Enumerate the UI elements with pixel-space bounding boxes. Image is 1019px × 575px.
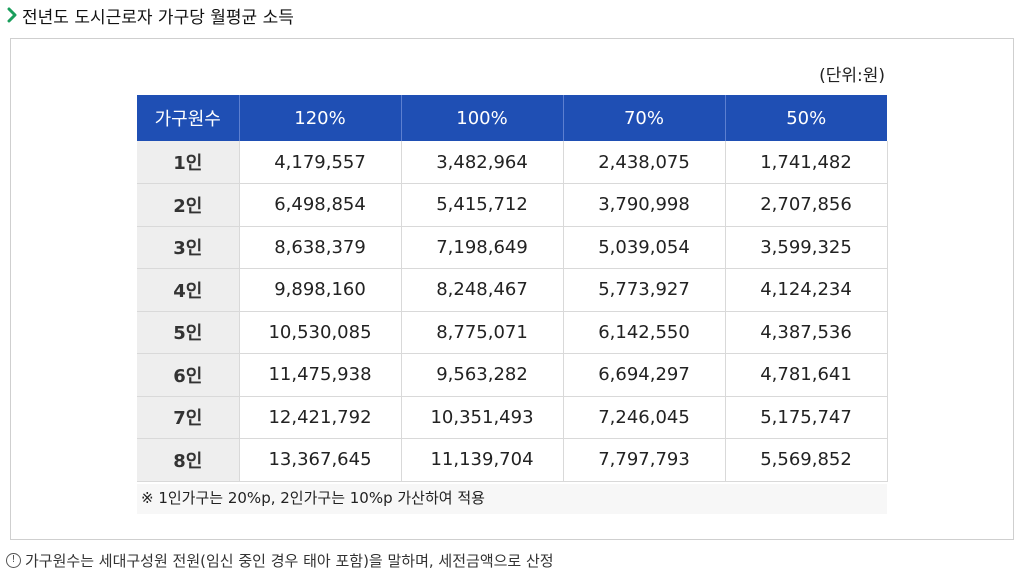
table-row: 6인 11,475,938 9,563,282 6,694,297 4,781,641 [137, 353, 888, 397]
income-cell: 11,139,704 [401, 438, 564, 482]
table-row: 1인 4,179,557 3,482,964 2,438,075 1,741,482 [137, 141, 888, 184]
page-title: 전년도 도시근로자 가구당 월평균 소득 [22, 7, 294, 28]
household-size-cell: 3인 [137, 226, 240, 269]
income-cell: 8,248,467 [401, 268, 564, 312]
household-size-cell: 5인 [137, 311, 240, 354]
income-cell: 5,175,747 [725, 396, 888, 439]
chevron-right-icon [7, 7, 17, 23]
household-size-cell: 2인 [137, 183, 240, 227]
table-header-row: 가구원수 120% 100% 70% 50% [137, 95, 887, 141]
income-cell: 8,638,379 [239, 226, 402, 269]
income-cell: 5,773,927 [563, 268, 726, 312]
table-row: 5인 10,530,085 8,775,071 6,142,550 4,387,536 [137, 311, 888, 354]
income-cell: 5,039,054 [563, 226, 726, 269]
income-cell: 7,797,793 [563, 438, 726, 482]
table-row: 8인 13,367,645 11,139,704 7,797,793 5,569,852 [137, 438, 888, 482]
income-cell: 7,246,045 [563, 396, 726, 439]
income-cell: 5,415,712 [401, 183, 564, 227]
income-cell: 10,530,085 [239, 311, 402, 354]
income-cell: 3,790,998 [563, 183, 726, 227]
income-cell: 12,421,792 [239, 396, 402, 439]
footer-note: ! 가구원수는 세대구성원 전원(임신 중인 경우 태아 포함)을 말하며, 세… [6, 549, 554, 571]
table-row: 4인 9,898,160 8,248,467 5,773,927 4,124,234 [137, 268, 888, 312]
table-row: 2인 6,498,854 5,415,712 3,790,998 2,707,856 [137, 183, 888, 227]
income-cell: 4,387,536 [725, 311, 888, 354]
household-size-cell: 8인 [137, 438, 240, 482]
content-frame: (단위:원) 가구원수 120% 100% 70% 50% 1인 4,179,557 3,4… [10, 38, 1014, 540]
household-size-cell: 7인 [137, 396, 240, 439]
income-cell: 6,498,854 [239, 183, 402, 227]
income-cell: 2,707,856 [725, 183, 888, 227]
income-cell: 10,351,493 [401, 396, 564, 439]
table-row: 7인 12,421,792 10,351,493 7,246,045 5,175,747 [137, 396, 888, 439]
income-cell: 4,124,234 [725, 268, 888, 312]
household-size-cell: 1인 [137, 141, 240, 184]
income-cell: 9,898,160 [239, 268, 402, 312]
column-header: 50% [725, 95, 887, 141]
income-cell: 1,741,482 [725, 141, 888, 184]
income-cell: 3,482,964 [401, 141, 564, 184]
income-cell: 6,142,550 [563, 311, 726, 354]
income-cell: 4,179,557 [239, 141, 402, 184]
income-cell: 3,599,325 [725, 226, 888, 269]
footer-text: 가구원수는 세대구성원 전원(임신 중인 경우 태아 포함)을 말하며, 세전금… [25, 551, 554, 570]
income-cell: 9,563,282 [401, 353, 564, 397]
income-cell: 7,198,649 [401, 226, 564, 269]
unit-label: (단위:원) [819, 66, 885, 86]
income-table: 가구원수 120% 100% 70% 50% 1인 4,179,557 3,482,964 2… [137, 95, 888, 482]
household-size-cell: 6인 [137, 353, 240, 397]
income-cell: 13,367,645 [239, 438, 402, 482]
income-cell: 6,694,297 [563, 353, 726, 397]
income-cell: 11,475,938 [239, 353, 402, 397]
table-note: ※ 1인가구는 20%p, 2인가구는 10%p 가산하여 적용 [137, 483, 887, 514]
section-title: 전년도 도시근로자 가구당 월평균 소득 [6, 3, 294, 28]
income-cell: 8,775,071 [401, 311, 564, 354]
column-header: 120% [239, 95, 402, 141]
column-header: 100% [401, 95, 564, 141]
table-row: 3인 8,638,379 7,198,649 5,039,054 3,599,325 [137, 226, 888, 269]
household-size-cell: 4인 [137, 268, 240, 312]
column-header: 가구원수 [137, 95, 240, 141]
income-cell: 5,569,852 [725, 438, 888, 482]
income-cell: 2,438,075 [563, 141, 726, 184]
info-icon: ! [6, 552, 21, 568]
column-header: 70% [563, 95, 726, 141]
income-cell: 4,781,641 [725, 353, 888, 397]
income-table-container: (단위:원) 가구원수 120% 100% 70% 50% 1인 4,179,557 3,4… [137, 65, 888, 514]
